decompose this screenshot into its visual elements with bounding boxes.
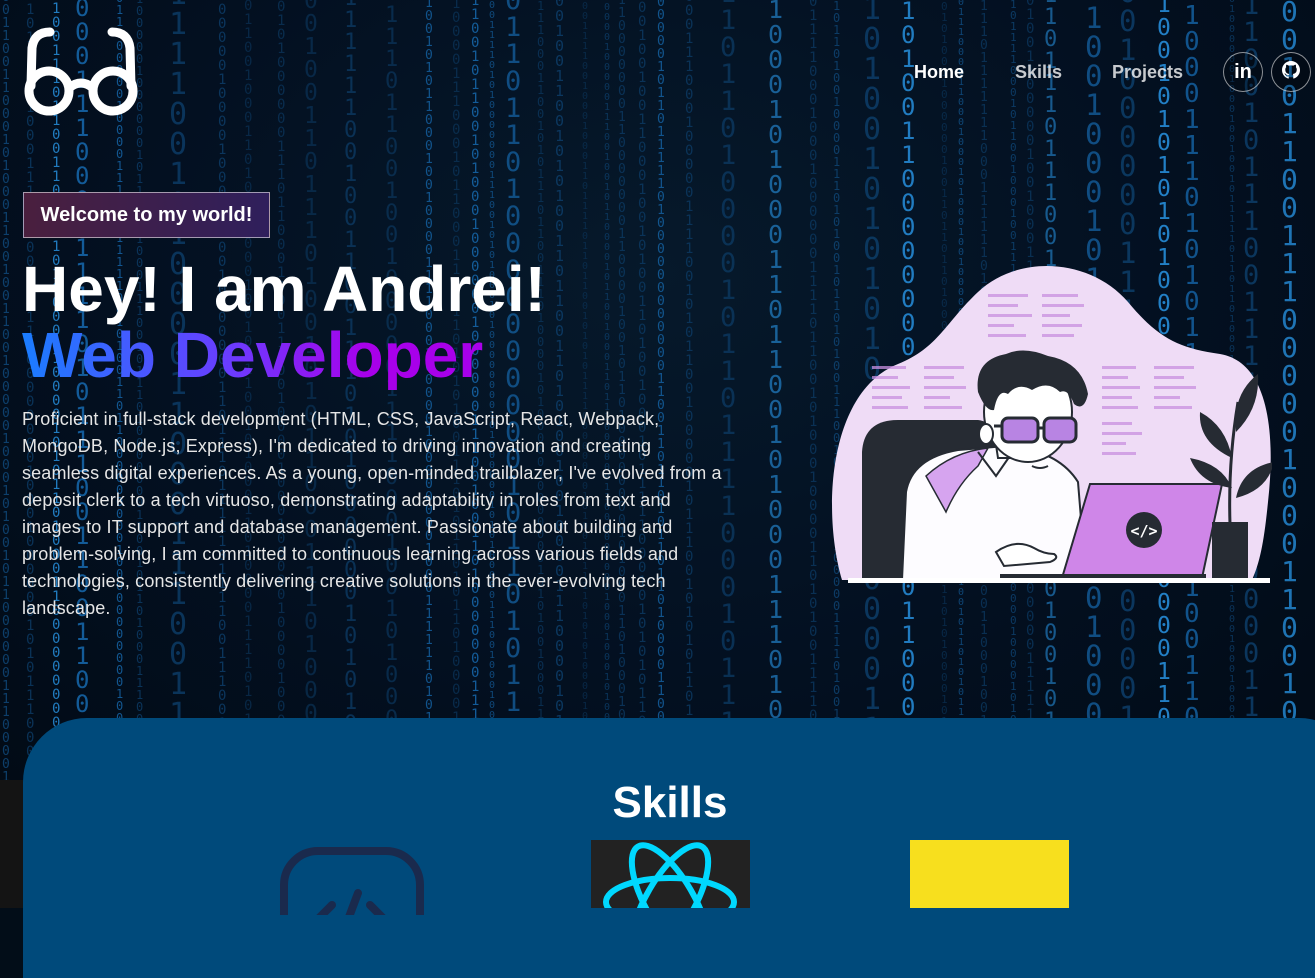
matrix-column: 0 1 0 0 0 1 1 0 1 1 0 1 0 0 0 0 1 0 1 1 … — [720, 0, 737, 780]
matrix-column: 0 0 1 1 0 1 0 0 0 0 0 0 1 1 0 0 0 1 1 1 … — [489, 0, 496, 780]
matrix-column: 1 1 0 0 1 1 0 0 0 0 1 0 0 1 1 0 0 0 1 1 … — [685, 0, 694, 780]
nav-projects-link[interactable]: Projects — [1112, 62, 1183, 83]
matrix-column: 0 1 0 0 0 1 1 1 1 0 0 1 0 0 0 1 0 0 0 1 … — [582, 0, 589, 780]
matrix-column: 0 1 1 0 1 0 1 0 0 0 1 1 0 1 1 1 1 1 1 0 … — [604, 0, 611, 780]
matrix-column: 1 1 0 0 0 0 0 1 0 1 1 0 1 1 1 1 1 0 1 0 … — [657, 0, 665, 780]
nav-home-link[interactable]: Home — [914, 62, 964, 83]
hero-role: Web Developer — [22, 319, 484, 391]
top-navigation: Home Skills Projects in — [0, 52, 1315, 94]
github-button[interactable] — [1271, 52, 1311, 92]
hero-heading: Hey! I am Andrei! — [22, 253, 546, 325]
hero-bio: Proficient in full-stack development (HT… — [22, 409, 722, 618]
matrix-column: 0 0 0 0 1 1 1 0 0 0 1 1 0 0 1 0 1 0 1 1 … — [537, 0, 545, 780]
skills-title: Skills — [612, 778, 728, 827]
matrix-column: 1 0 0 1 1 0 0 0 0 0 0 0 1 1 0 0 0 0 0 0 … — [618, 0, 626, 780]
matrix-column: 0 1 0 0 0 1 1 1 0 0 0 1 1 1 1 0 0 1 0 0 … — [638, 0, 647, 780]
github-icon — [1282, 60, 1300, 84]
react-icon[interactable] — [591, 840, 750, 908]
linkedin-icon: in — [1234, 60, 1252, 83]
code-icon[interactable] — [276, 845, 426, 965]
matrix-column: 1 0 1 0 0 1 0 0 1 1 1 1 0 0 0 1 0 0 0 1 … — [809, 0, 818, 780]
matrix-column: 0 0 0 0 1 1 0 0 1 1 0 0 0 1 0 1 0 0 0 1 … — [2, 0, 10, 780]
matrix-column: 0 0 0 1 1 0 1 1 0 0 0 0 1 0 1 1 1 0 0 1 … — [555, 0, 565, 774]
matrix-column: 0 0 0 0 0 1 0 1 1 0 1 1 0 1 0 0 0 0 0 0 … — [505, 0, 522, 780]
nav-skills-link[interactable]: Skills — [1015, 62, 1062, 83]
svg-text:</>: </> — [1130, 522, 1157, 540]
matrix-column: 1 1 1 1 0 1 0 1 0 0 1 0 1 1 0 0 1 1 1 0 … — [1281, 0, 1298, 780]
javascript-icon[interactable] — [910, 840, 1069, 908]
matrix-column: 0 0 0 1 0 0 1 0 0 0 1 0 1 0 0 0 1 1 0 1 … — [768, 0, 784, 780]
developer-illustration: </> — [828, 262, 1274, 586]
linkedin-button[interactable]: in — [1223, 52, 1263, 92]
welcome-tagline: Welcome to my world! — [23, 192, 270, 238]
